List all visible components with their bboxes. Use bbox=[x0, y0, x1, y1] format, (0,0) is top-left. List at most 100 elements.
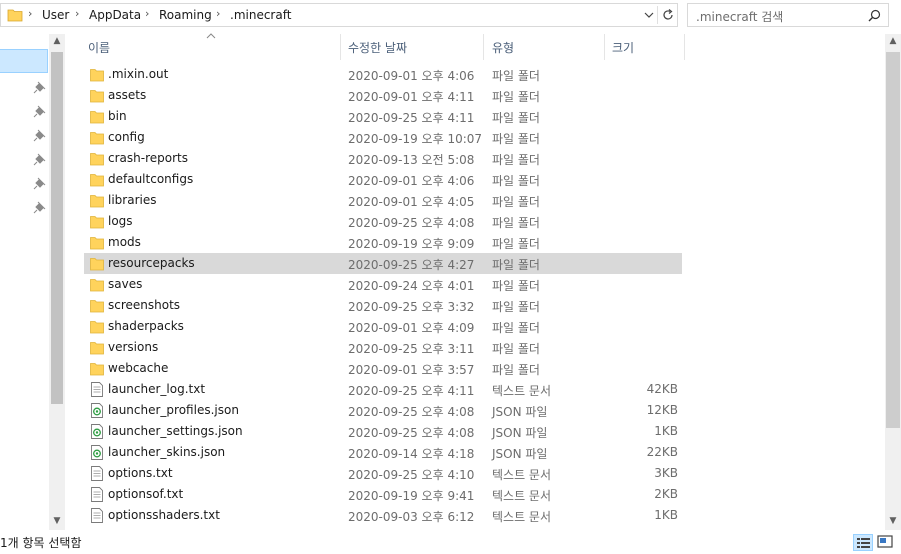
navigation-selected-item[interactable] bbox=[0, 49, 48, 73]
large-icons-view-icon bbox=[877, 535, 893, 548]
file-row[interactable]: shaderpacks 2020-09-01 오후 4:09 파일 폴더 bbox=[84, 316, 682, 337]
column-type[interactable]: 유형 bbox=[492, 39, 514, 56]
file-date: 2020-09-01 오후 4:06 bbox=[348, 69, 475, 83]
pin-icon[interactable] bbox=[33, 176, 47, 190]
file-date: 2020-09-25 오후 4:11 bbox=[348, 384, 475, 398]
file-row[interactable]: options.txt 2020-09-25 오후 4:10 텍스트 문서 3KB bbox=[84, 463, 682, 484]
file-row[interactable]: assets 2020-09-01 오후 4:11 파일 폴더 bbox=[84, 85, 682, 106]
file-name: saves bbox=[108, 277, 143, 291]
file-name: config bbox=[108, 130, 145, 144]
column-divider[interactable] bbox=[684, 34, 685, 60]
folder-icon bbox=[90, 90, 104, 103]
folder-icon bbox=[90, 174, 104, 187]
file-name: optionsof.txt bbox=[108, 487, 184, 501]
file-type: 파일 폴더 bbox=[492, 363, 540, 377]
file-row[interactable]: resourcepacks 2020-09-25 오후 4:27 파일 폴더 bbox=[84, 253, 682, 274]
file-name: launcher_log.txt bbox=[108, 382, 206, 396]
folder-icon bbox=[90, 300, 104, 313]
status-bar: 1개 항목 선택함 bbox=[0, 531, 901, 554]
folder-icon bbox=[90, 153, 104, 166]
file-type: 파일 폴더 bbox=[492, 216, 540, 230]
file-name: assets bbox=[108, 88, 147, 102]
file-row[interactable]: screenshots 2020-09-25 오후 3:32 파일 폴더 bbox=[84, 295, 682, 316]
file-type: 파일 폴더 bbox=[492, 90, 540, 104]
address-bar[interactable]: › User › AppData › Roaming › .minecraft bbox=[0, 3, 678, 27]
file-type: 파일 폴더 bbox=[492, 132, 540, 146]
column-name[interactable]: 이름 bbox=[88, 39, 110, 56]
vertical-scrollbar-thumb[interactable] bbox=[886, 52, 900, 428]
chevron-down-icon[interactable] bbox=[643, 10, 655, 20]
file-row[interactable]: optionsof.txt 2020-09-19 오후 9:41 텍스트 문서 2KB bbox=[84, 484, 682, 505]
file-size: 1KB bbox=[654, 424, 678, 438]
file-row[interactable]: launcher_profiles.json 2020-09-25 오후 4:08… bbox=[84, 400, 682, 421]
breadcrumb-minecraft[interactable]: .minecraft bbox=[230, 8, 291, 22]
file-row[interactable]: mods 2020-09-19 오후 9:09 파일 폴더 bbox=[84, 232, 682, 253]
folder-icon bbox=[90, 132, 104, 145]
file-date: 2020-09-25 오후 3:32 bbox=[348, 300, 475, 314]
file-type: 파일 폴더 bbox=[492, 69, 540, 83]
breadcrumb-user[interactable]: User bbox=[42, 8, 69, 22]
folder-icon bbox=[90, 69, 104, 82]
pin-icon[interactable] bbox=[33, 152, 47, 166]
file-row[interactable]: launcher_skins.json 2020-09-14 오후 4:18 JSO… bbox=[84, 442, 682, 463]
file-name: logs bbox=[108, 214, 133, 228]
folder-icon bbox=[90, 342, 104, 355]
column-date[interactable]: 수정한 날짜 bbox=[348, 39, 407, 56]
file-date: 2020-09-01 오후 4:09 bbox=[348, 321, 475, 335]
status-text: 1개 항목 선택함 bbox=[0, 536, 82, 550]
file-row[interactable]: saves 2020-09-24 오후 4:01 파일 폴더 bbox=[84, 274, 682, 295]
file-date: 2020-09-01 오후 3:57 bbox=[348, 363, 475, 377]
file-date: 2020-09-13 오전 5:08 bbox=[348, 153, 475, 167]
file-name: libraries bbox=[108, 193, 157, 207]
file-date: 2020-09-03 오후 6:12 bbox=[348, 510, 475, 524]
large-icons-view-button[interactable] bbox=[876, 534, 896, 551]
file-size: 12KB bbox=[646, 403, 678, 417]
file-size: 42KB bbox=[646, 382, 678, 396]
nav-scrollbar-thumb[interactable] bbox=[51, 52, 63, 404]
sort-ascending-icon bbox=[206, 33, 216, 39]
text-file-icon bbox=[91, 382, 103, 397]
file-type: 파일 폴더 bbox=[492, 258, 540, 272]
column-divider[interactable] bbox=[340, 34, 341, 60]
file-size: 1KB bbox=[654, 508, 678, 522]
column-divider[interactable] bbox=[604, 34, 605, 60]
file-row[interactable]: versions 2020-09-25 오후 3:11 파일 폴더 bbox=[84, 337, 682, 358]
pin-icon[interactable] bbox=[33, 200, 47, 214]
scroll-down-icon[interactable]: ▼ bbox=[49, 516, 65, 526]
search-icon[interactable] bbox=[868, 9, 881, 22]
file-name: resourcepacks bbox=[108, 256, 195, 270]
scroll-up-icon[interactable]: ▲ bbox=[49, 36, 65, 46]
pin-icon[interactable] bbox=[33, 128, 47, 142]
file-row[interactable]: crash-reports 2020-09-13 오전 5:08 파일 폴더 bbox=[84, 148, 682, 169]
file-date: 2020-09-14 오후 4:18 bbox=[348, 447, 475, 461]
file-row[interactable]: optionsshaders.txt 2020-09-03 오후 6:12 텍스트 … bbox=[84, 505, 682, 526]
file-date: 2020-09-25 오후 4:27 bbox=[348, 258, 475, 272]
file-name: launcher_profiles.json bbox=[108, 403, 239, 417]
pin-icon[interactable] bbox=[33, 104, 47, 118]
column-size[interactable]: 크기 bbox=[612, 39, 634, 56]
breadcrumb-roaming[interactable]: Roaming bbox=[159, 8, 212, 22]
file-row[interactable]: logs 2020-09-25 오후 4:08 파일 폴더 bbox=[84, 211, 682, 232]
file-row[interactable]: launcher_log.txt 2020-09-25 오후 4:11 텍스트 문서… bbox=[84, 379, 682, 400]
file-date: 2020-09-24 오후 4:01 bbox=[348, 279, 475, 293]
details-view-button[interactable] bbox=[853, 534, 873, 551]
file-date: 2020-09-19 오후 10:07 bbox=[348, 132, 483, 146]
refresh-icon[interactable] bbox=[661, 8, 675, 22]
scroll-down-icon[interactable]: ▼ bbox=[885, 516, 901, 526]
file-row[interactable]: bin 2020-09-25 오후 4:11 파일 폴더 bbox=[84, 106, 682, 127]
folder-icon bbox=[90, 321, 104, 334]
file-row[interactable]: defaultconfigs 2020-09-01 오후 4:06 파일 폴더 bbox=[84, 169, 682, 190]
text-file-icon bbox=[91, 466, 103, 481]
search-input[interactable]: .minecraft 검색 bbox=[696, 8, 783, 25]
breadcrumb-appdata[interactable]: AppData bbox=[89, 8, 141, 22]
file-row[interactable]: .mixin.out 2020-09-01 오후 4:06 파일 폴더 bbox=[84, 64, 682, 85]
scroll-up-icon[interactable]: ▲ bbox=[885, 36, 901, 46]
file-date: 2020-09-01 오후 4:05 bbox=[348, 195, 475, 209]
search-box[interactable]: .minecraft 검색 bbox=[687, 3, 889, 27]
column-divider[interactable] bbox=[483, 34, 484, 60]
file-row[interactable]: webcache 2020-09-01 오후 3:57 파일 폴더 bbox=[84, 358, 682, 379]
pin-icon[interactable] bbox=[33, 80, 47, 94]
file-row[interactable]: config 2020-09-19 오후 10:07 파일 폴더 bbox=[84, 127, 682, 148]
file-row[interactable]: launcher_settings.json 2020-09-25 오후 4:08… bbox=[84, 421, 682, 442]
file-row[interactable]: libraries 2020-09-01 오후 4:05 파일 폴더 bbox=[84, 190, 682, 211]
